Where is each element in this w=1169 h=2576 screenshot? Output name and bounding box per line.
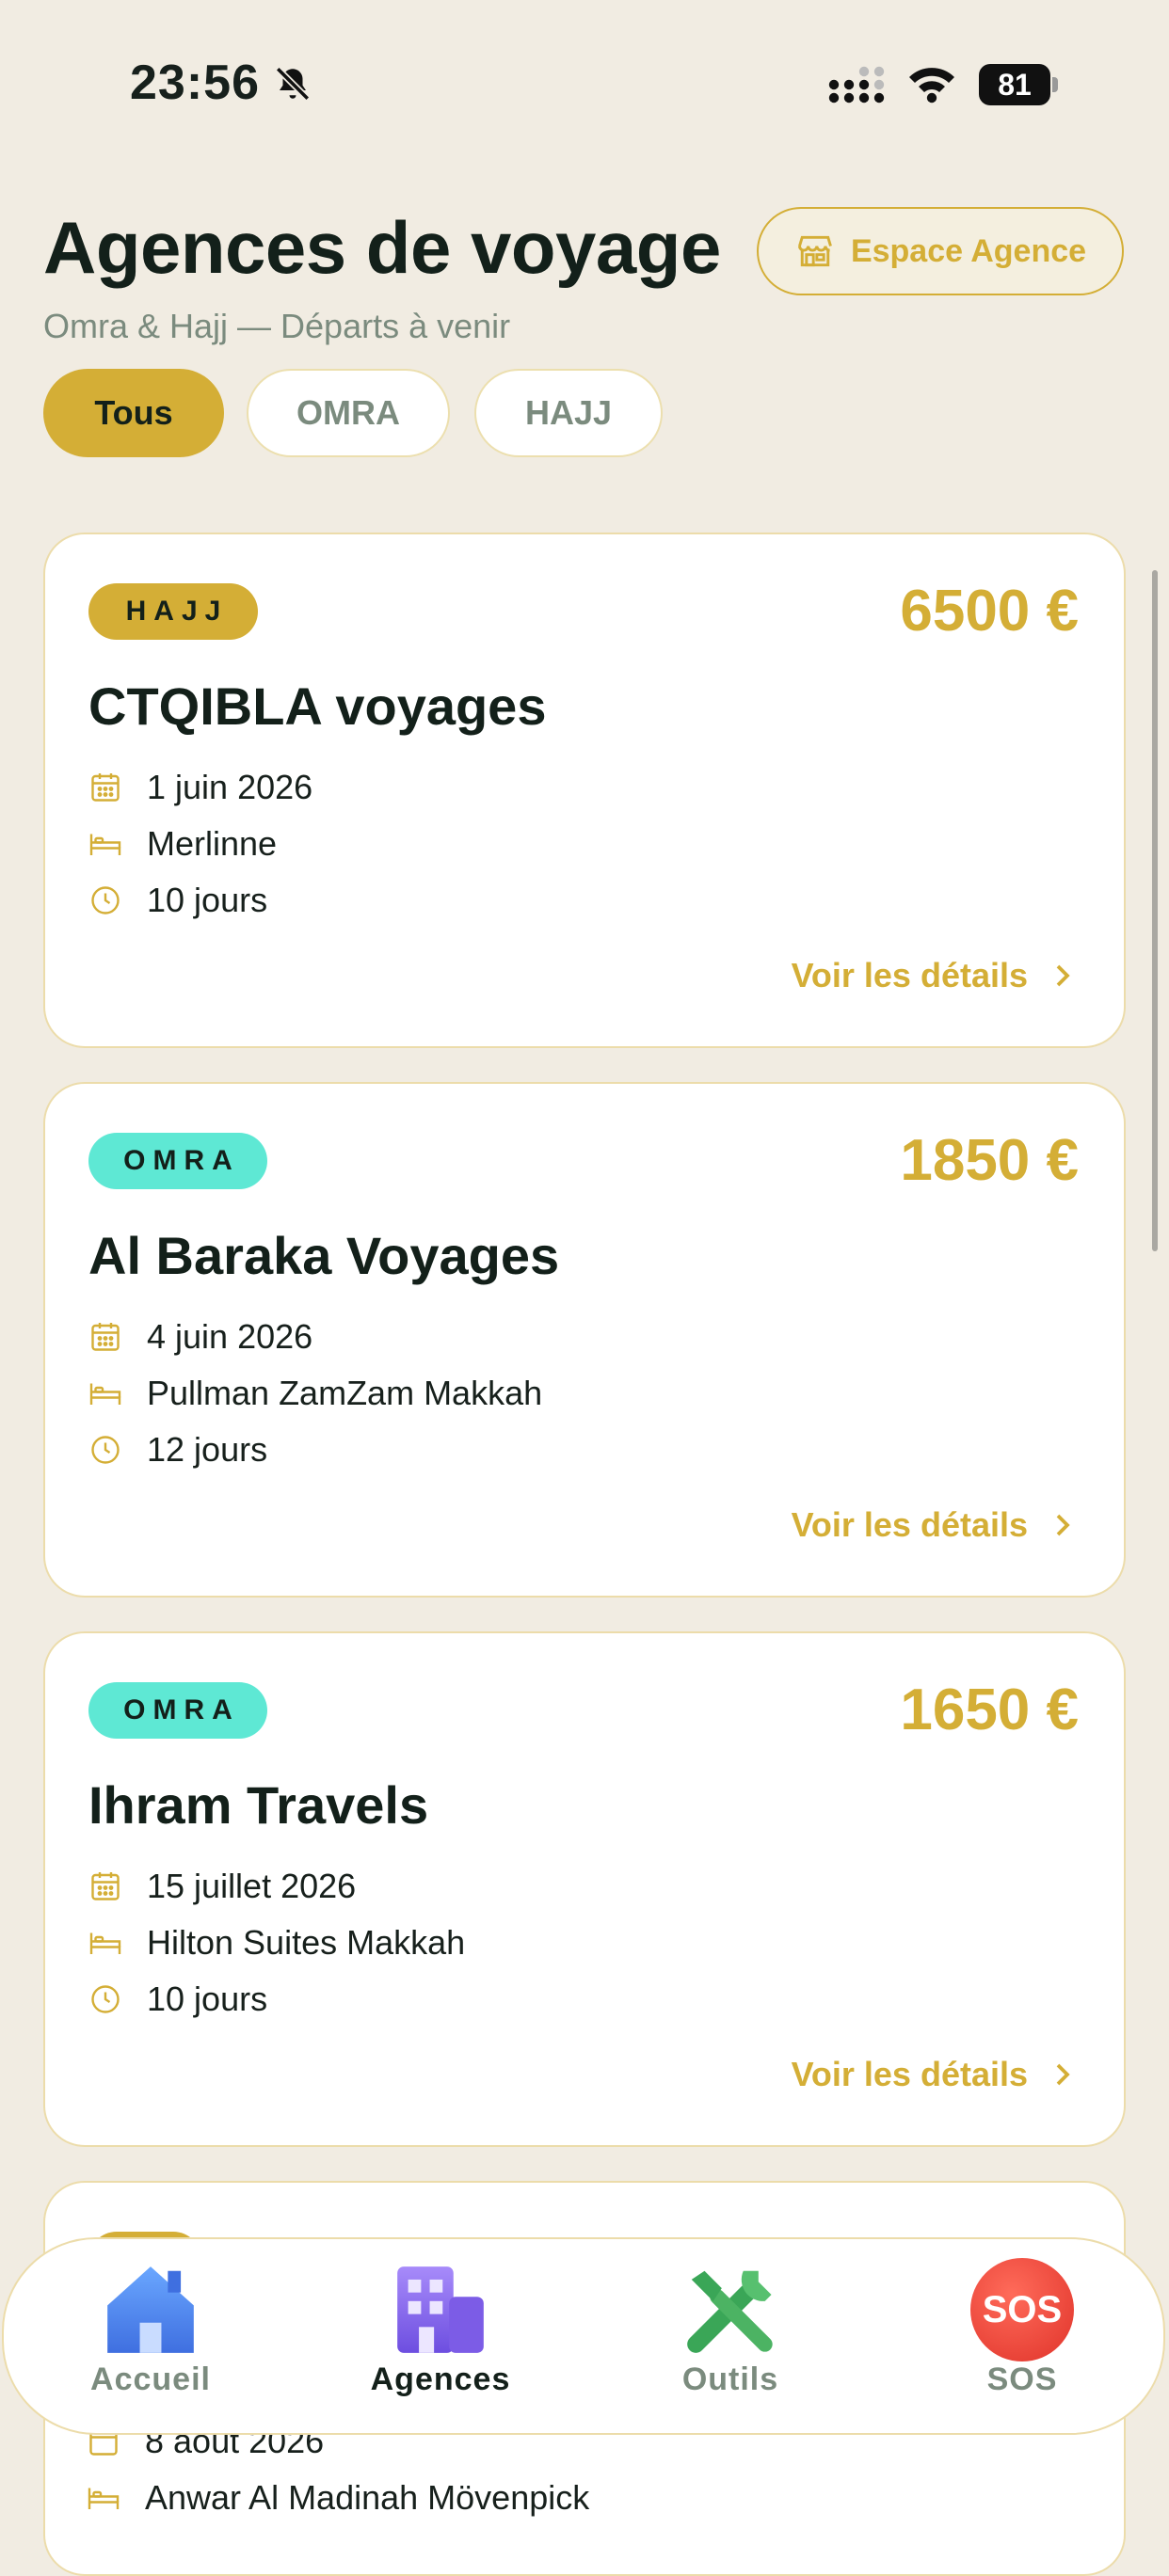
trip-duration-row: 12 jours — [88, 1430, 267, 1470]
bottom-nav: Accueil Agences Outils SOS SOS — [2, 2237, 1165, 2435]
filter-chip-omra[interactable]: OMRA — [247, 369, 450, 457]
view-details-label: Voir les détails — [791, 956, 1028, 994]
nav-label-tools: Outils — [681, 2361, 779, 2397]
status-time: 23:56 — [130, 56, 260, 110]
trip-price: 6500 € — [900, 579, 1079, 644]
page-subtitle: Omra & Hajj — Départs à venir — [43, 307, 511, 345]
trip-card[interactable]: HAJJ 6500 € CTQIBLA voyages 1 juin 2026 … — [43, 533, 1126, 1048]
clock-icon — [91, 1436, 120, 1464]
nav-item-tools[interactable]: Outils — [617, 2258, 843, 2418]
trip-date-row: 4 juin 2026 — [88, 1317, 312, 1357]
trip-hotel-row: Anwar Al Madinah Mövenpick — [87, 2478, 589, 2518]
agency-space-button[interactable]: Espace Agence — [757, 207, 1124, 295]
page-title: Agences de voyage — [43, 206, 721, 289]
chevron-right-icon — [1056, 2063, 1070, 2086]
view-details-label: Voir les détails — [791, 2055, 1028, 2093]
trip-hotel-row: Merlinne — [88, 824, 277, 864]
agency-name: CTQIBLA voyages — [88, 676, 547, 736]
trip-hotel: Pullman ZamZam Makkah — [147, 1374, 543, 1412]
wrench-screwdriver-icon — [687, 2270, 773, 2353]
filter-chip-all[interactable]: Tous — [43, 369, 224, 457]
trip-hotel-row: Hilton Suites Makkah — [88, 1923, 465, 1963]
battery-icon: 81 — [979, 64, 1058, 105]
nav-label-agencies: Agences — [370, 2361, 511, 2397]
trip-hotel: Merlinne — [147, 824, 278, 863]
bed-icon — [89, 1383, 121, 1405]
storefront-icon — [797, 235, 832, 267]
calendar-icon — [91, 1872, 120, 1900]
trip-date: 1 juin 2026 — [147, 768, 313, 806]
bell-muted-icon — [275, 66, 311, 102]
trip-type-badge: OMRA — [88, 1133, 267, 1189]
calendar-icon — [91, 1323, 120, 1351]
scrollbar[interactable] — [1152, 570, 1158, 1251]
trip-duration-row: 10 jours — [88, 881, 267, 920]
trip-date-row: 1 juin 2026 — [88, 768, 312, 807]
trip-duration: 12 jours — [147, 1430, 268, 1469]
chevron-right-icon — [1056, 964, 1070, 987]
view-details-link[interactable]: Voir les détails — [792, 956, 1077, 995]
trip-price: 1650 € — [900, 1678, 1079, 1742]
trip-hotel: Anwar Al Madinah Mövenpick — [145, 2478, 590, 2517]
view-details-link[interactable]: Voir les détails — [792, 2055, 1077, 2094]
trip-type-badge: HAJJ — [88, 583, 258, 640]
trip-date: 4 juin 2026 — [147, 1317, 313, 1356]
trip-card[interactable]: OMRA 1850 € Al Baraka Voyages 4 juin 202… — [43, 1082, 1126, 1598]
nav-label-home: Accueil — [90, 2361, 211, 2397]
sos-icon: SOS — [970, 2258, 1074, 2361]
nav-label-sos: SOS — [986, 2361, 1058, 2397]
cellular-signal-icon — [828, 66, 885, 103]
trip-price: 1850 € — [900, 1128, 1079, 1193]
chevron-right-icon — [1056, 1514, 1070, 1536]
bed-icon — [89, 834, 121, 855]
wifi-icon — [909, 68, 954, 103]
nav-item-agencies[interactable]: Agences — [328, 2258, 553, 2418]
agency-name: Ihram Travels — [88, 1775, 429, 1835]
nav-item-home[interactable]: Accueil — [38, 2258, 264, 2418]
filter-chip-hajj[interactable]: HAJJ — [474, 369, 663, 457]
view-details-link[interactable]: Voir les détails — [792, 1505, 1077, 1545]
clock-icon — [91, 886, 120, 914]
agency-name: Al Baraka Voyages — [88, 1226, 560, 1285]
trip-hotel-row: Pullman ZamZam Makkah — [88, 1374, 542, 1413]
bed-icon — [88, 2488, 120, 2509]
office-building-icon — [397, 2266, 484, 2353]
trip-duration: 10 jours — [147, 881, 268, 919]
trip-date-row: 15 juillet 2026 — [88, 1867, 356, 1906]
trip-duration: 10 jours — [147, 1980, 268, 2018]
nav-item-sos[interactable]: SOS SOS — [909, 2258, 1135, 2418]
trip-date: 15 juillet 2026 — [147, 1867, 357, 1905]
calendar-icon — [91, 773, 120, 802]
view-details-label: Voir les détails — [791, 1505, 1028, 1544]
bed-icon — [89, 1932, 121, 1954]
battery-level: 81 — [979, 64, 1050, 105]
trip-card[interactable]: OMRA 1650 € Ihram Travels 15 juillet 202… — [43, 1631, 1126, 2147]
house-icon — [107, 2266, 194, 2353]
trip-hotel: Hilton Suites Makkah — [147, 1923, 466, 1962]
clock-icon — [91, 1985, 120, 2013]
trip-duration-row: 10 jours — [88, 1980, 267, 2019]
status-bar: 23:56 81 — [0, 0, 1169, 151]
trip-type-badge: OMRA — [88, 1682, 267, 1739]
agency-space-label: Espace Agence — [850, 232, 1087, 269]
